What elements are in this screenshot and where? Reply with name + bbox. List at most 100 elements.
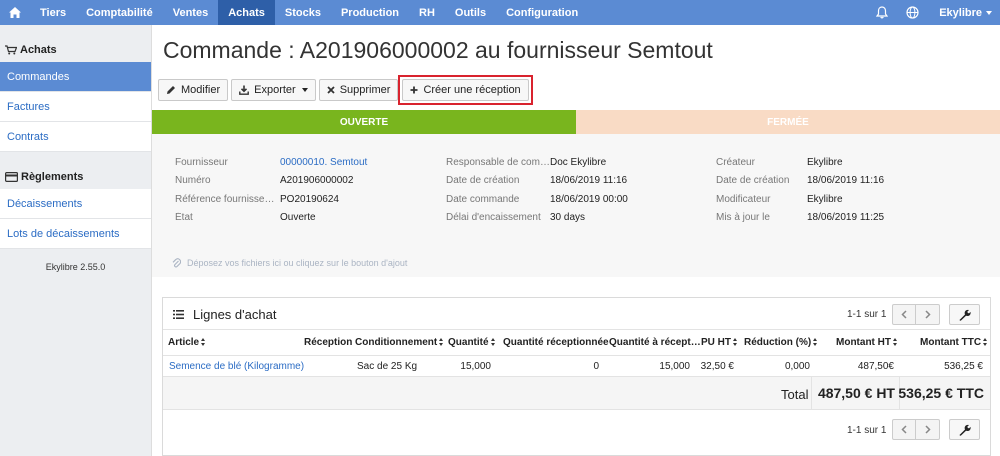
column-header-reception: Réception xyxy=(304,337,353,348)
chevron-right-icon xyxy=(924,425,931,434)
export-button[interactable]: Exporter xyxy=(231,79,316,101)
plus-icon xyxy=(410,86,418,94)
nav-right: Ekylibre xyxy=(867,0,1000,25)
sort-icon xyxy=(813,338,818,347)
cell-conditioning: Sac de 25 Kg xyxy=(357,361,418,372)
delete-button[interactable]: Supprimer xyxy=(318,79,399,101)
settings-button[interactable] xyxy=(949,419,980,440)
nav-outils[interactable]: Outils xyxy=(445,0,496,25)
column-header-quantity[interactable]: Quantité xyxy=(448,337,496,348)
status-bar: OUVERTE FERMÉE xyxy=(152,110,1000,134)
total-ht: 487,50 € HT xyxy=(817,385,895,401)
column-header-amount-ht[interactable]: Montant HT xyxy=(836,337,898,348)
table-total-row: Total 487,50 € HT 536,25 € TTC xyxy=(163,376,990,410)
info-column-2: Responsable de com… Doc Ekylibre Date de … xyxy=(446,153,628,227)
info-column-1: Fournisseur 00000010. Semtout Numéro A2019… xyxy=(175,153,367,227)
supplier-link[interactable]: 00000010. Semtout xyxy=(280,157,367,168)
sidebar: Achats Commandes Factures Contrats Règle… xyxy=(0,25,152,456)
next-page-button[interactable] xyxy=(916,304,940,325)
user-menu[interactable]: Ekylibre xyxy=(927,0,1000,25)
order-info: Fournisseur 00000010. Semtout Numéro A2019… xyxy=(152,134,1000,277)
info-value: 18/06/2019 11:16 xyxy=(550,175,628,187)
nav-ventes[interactable]: Ventes xyxy=(163,0,218,25)
column-label: PU HT xyxy=(701,337,731,348)
nav-rh[interactable]: RH xyxy=(409,0,445,25)
nav-production[interactable]: Production xyxy=(331,0,409,25)
info-label: Numéro xyxy=(175,175,211,187)
sidebar-item-decaissements[interactable]: Décaissements xyxy=(0,189,151,219)
info-value: PO20190624 xyxy=(280,193,339,205)
cell-qty-received: 0 xyxy=(593,361,599,372)
cell-amount-ht: 487,50€ xyxy=(857,361,894,372)
info-value: 30 days xyxy=(550,212,586,224)
dropzone-text: Déposez vos fichiers ici ou cliquez sur … xyxy=(187,258,408,268)
nav-achats[interactable]: Achats xyxy=(218,0,275,25)
paperclip-icon xyxy=(172,258,181,268)
pagination xyxy=(892,419,940,440)
column-header-article[interactable]: Article xyxy=(168,337,206,348)
sidebar-item-contrats[interactable]: Contrats xyxy=(0,122,151,152)
table-header: Article Réception Conditionnement Quanti… xyxy=(163,337,990,354)
chevron-right-icon xyxy=(924,310,931,319)
pagination xyxy=(892,304,940,325)
prev-page-button[interactable] xyxy=(892,419,916,440)
article-link[interactable]: Semence de blé (Kilogramme) xyxy=(169,361,304,372)
sidebar-section-reglements: Règlements xyxy=(0,165,151,189)
create-reception-button[interactable]: Créer une réception xyxy=(402,79,529,101)
caret-down-icon xyxy=(301,88,308,92)
column-header-unit-price[interactable]: PU HT xyxy=(701,337,738,348)
nav-stocks[interactable]: Stocks xyxy=(275,0,331,25)
settings-button[interactable] xyxy=(949,304,980,325)
download-icon xyxy=(239,85,250,95)
sort-icon xyxy=(439,338,444,347)
nav-comptabilite[interactable]: Comptabilité xyxy=(76,0,163,25)
next-page-button[interactable] xyxy=(916,419,940,440)
list-icon xyxy=(173,310,184,319)
edit-button[interactable]: Modifier xyxy=(158,79,229,101)
pagination-info: 1-1 sur 1 xyxy=(847,309,887,320)
info-label: Délai d'encaissement xyxy=(446,212,541,224)
app-version: Ekylibre 2.55.0 xyxy=(45,262,106,272)
cell-amount-ttc: 536,25 € xyxy=(944,361,983,372)
export-button-label: Exporter xyxy=(254,84,296,96)
nav-tiers[interactable]: Tiers xyxy=(30,0,76,25)
info-value: 18/06/2019 11:16 xyxy=(807,175,885,187)
info-label: État xyxy=(175,212,193,224)
info-value: Ekylibre xyxy=(807,193,843,205)
bell-icon[interactable] xyxy=(867,0,897,25)
divider xyxy=(811,377,812,409)
prev-page-button[interactable] xyxy=(892,304,916,325)
edit-button-label: Modifier xyxy=(181,84,221,96)
column-header-amount-ttc[interactable]: Montant TTC xyxy=(920,337,988,348)
info-label: Modificateur xyxy=(716,193,771,205)
info-value: 18/06/2019 00:00 xyxy=(550,193,628,205)
sort-icon xyxy=(201,338,206,347)
cell-reduction: 0,000 xyxy=(784,361,810,372)
sidebar-item-factures[interactable]: Factures xyxy=(0,92,151,122)
sidebar-item-commandes[interactable]: Commandes xyxy=(0,62,151,92)
column-header-qty-to-receive: Quantité à récept… xyxy=(609,337,701,348)
user-name: Ekylibre xyxy=(939,6,982,19)
close-icon xyxy=(327,86,335,94)
caret-down-icon xyxy=(986,10,992,15)
sidebar-section-achats: Achats xyxy=(0,38,151,62)
create-reception-button-label: Créer une réception xyxy=(423,84,521,96)
sidebar-item-lots-decaissements[interactable]: Lots de décaissements xyxy=(0,219,151,249)
table-row: Semence de blé (Kilogramme) Sac de 25 Kg… xyxy=(163,355,990,376)
info-label: Responsable de com… xyxy=(446,156,550,168)
column-label: Montant TTC xyxy=(920,337,982,348)
sort-icon xyxy=(490,338,496,347)
globe-icon[interactable] xyxy=(897,0,927,25)
info-value: Ekylibre xyxy=(807,156,843,168)
column-label: Montant HT xyxy=(836,337,891,348)
sort-icon xyxy=(893,338,898,347)
info-label: Référence fournisseu… xyxy=(175,193,280,205)
info-label: Date commande xyxy=(446,193,520,205)
nav-configuration[interactable]: Configuration xyxy=(496,0,588,25)
column-header-conditioning[interactable]: Conditionnement xyxy=(355,337,444,348)
file-dropzone[interactable]: Déposez vos fichiers ici ou cliquez sur … xyxy=(172,258,407,268)
panel-title-text: Lignes d'achat xyxy=(193,307,277,322)
page-title: Commande : A201906000002 au fournisseur … xyxy=(163,37,713,63)
home-icon[interactable] xyxy=(0,0,30,25)
column-header-reduction[interactable]: Réduction (%) xyxy=(744,337,818,348)
